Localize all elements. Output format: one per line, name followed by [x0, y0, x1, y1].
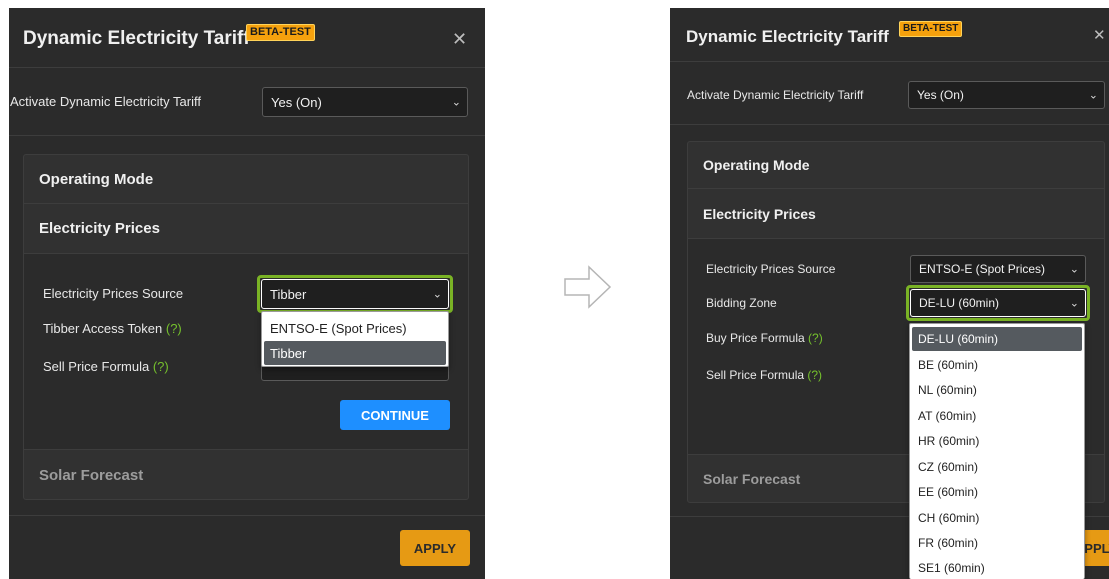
source-label: Electricity Prices Source — [43, 286, 184, 301]
dropdown-option[interactable]: HR (60min) — [912, 429, 1082, 453]
chevron-down-icon: ⌄ — [1069, 297, 1079, 310]
close-icon[interactable]: ✕ — [1093, 28, 1106, 43]
buy-help-link[interactable]: (?) — [808, 331, 823, 345]
token-help-link[interactable]: (?) — [166, 321, 182, 336]
source-dropdown: ENTSO-E (Spot Prices) Tibber — [261, 311, 449, 367]
activate-row: Activate Dynamic Electricity Tariff Yes … — [9, 68, 485, 136]
right-arrow-icon — [564, 265, 612, 309]
electricity-prices-header[interactable]: Electricity Prices — [688, 189, 1104, 239]
zone-select-value: DE-LU (60min) — [919, 296, 1000, 310]
continue-button[interactable]: CONTINUE — [340, 400, 450, 430]
source-select[interactable]: ENTSO-E (Spot Prices) ⌄ — [910, 255, 1086, 283]
activate-label: Activate Dynamic Electricity Tariff — [687, 88, 864, 102]
source-select[interactable]: Tibber ⌄ — [261, 279, 449, 309]
operating-mode-header[interactable]: Operating Mode — [688, 142, 1104, 189]
token-label-text: Tibber Access Token — [43, 321, 163, 336]
chevron-down-icon: ⌄ — [451, 96, 461, 109]
beta-badge: BETA-TEST — [899, 21, 963, 37]
activate-label: Activate Dynamic Electricity Tariff — [10, 94, 201, 109]
chevron-down-icon: ⌄ — [1088, 89, 1098, 102]
dropdown-option[interactable]: NL (60min) — [912, 378, 1082, 402]
dropdown-option[interactable]: CZ (60min) — [912, 455, 1082, 479]
operating-mode-header[interactable]: Operating Mode — [24, 155, 468, 204]
dialog-after: Dynamic Electricity Tariff BETA-TEST ✕ A… — [670, 8, 1109, 579]
sell-label-text: Sell Price Formula — [43, 359, 150, 374]
sell-label: Sell Price Formula (?) — [43, 359, 169, 374]
activate-select[interactable]: Yes (On) ⌄ — [908, 81, 1105, 109]
dialog-before: Dynamic Electricity Tariff BETA-TEST ✕ A… — [9, 8, 485, 579]
footer-divider — [9, 515, 485, 516]
dialog-header: Dynamic Electricity Tariff BETA-TEST ✕ — [9, 8, 485, 68]
beta-badge: BETA-TEST — [246, 24, 315, 41]
buy-label-text: Buy Price Formula — [706, 331, 805, 345]
chevron-down-icon: ⌄ — [1069, 263, 1079, 276]
dropdown-option[interactable]: BE (60min) — [912, 353, 1082, 377]
zone-dropdown: DE-LU (60min) BE (60min) NL (60min) AT (… — [909, 323, 1085, 579]
activate-select-value: Yes (On) — [271, 94, 322, 110]
electricity-prices-label: Electricity Prices — [39, 220, 160, 237]
dialog-title: Dynamic Electricity Tariff — [23, 28, 250, 49]
apply-button[interactable]: APPLY — [400, 530, 470, 566]
solar-forecast-label: Solar Forecast — [703, 471, 801, 487]
dropdown-option[interactable]: AT (60min) — [912, 404, 1082, 428]
dropdown-option-selected[interactable]: DE-LU (60min) — [912, 327, 1082, 351]
dialog-header: Dynamic Electricity Tariff BETA-TEST ✕ — [670, 8, 1109, 62]
solar-forecast-header[interactable]: Solar Forecast — [24, 450, 468, 500]
sell-help-link[interactable]: (?) — [153, 359, 169, 374]
chevron-down-icon: ⌄ — [432, 288, 442, 301]
dialog-title: Dynamic Electricity Tariff — [686, 27, 889, 46]
dropdown-option[interactable]: EE (60min) — [912, 480, 1082, 504]
source-select-value: ENTSO-E (Spot Prices) — [919, 262, 1046, 276]
settings-accordion: Operating Mode Electricity Prices Electr… — [23, 154, 469, 500]
activate-select[interactable]: Yes (On) ⌄ — [262, 87, 468, 117]
solar-forecast-label: Solar Forecast — [39, 466, 144, 484]
source-label: Electricity Prices Source — [706, 262, 836, 276]
operating-mode-label: Operating Mode — [39, 170, 154, 188]
activate-select-value: Yes (On) — [917, 88, 964, 102]
electricity-prices-body: Electricity Prices Source Tibber Access … — [24, 254, 468, 450]
dropdown-option[interactable]: FR (60min) — [912, 531, 1082, 555]
operating-mode-label: Operating Mode — [703, 157, 810, 173]
buy-label: Buy Price Formula (?) — [706, 331, 823, 345]
electricity-prices-header[interactable]: Electricity Prices — [24, 204, 468, 254]
source-select-value: Tibber — [270, 286, 307, 302]
sell-help-link[interactable]: (?) — [807, 368, 822, 382]
dropdown-option[interactable]: CH (60min) — [912, 506, 1082, 530]
activate-row: Activate Dynamic Electricity Tariff Yes … — [670, 62, 1109, 125]
zone-label: Bidding Zone — [706, 296, 777, 310]
sell-label: Sell Price Formula (?) — [706, 368, 822, 382]
electricity-prices-label: Electricity Prices — [703, 205, 816, 222]
token-label: Tibber Access Token (?) — [43, 321, 182, 336]
zone-select[interactable]: DE-LU (60min) ⌄ — [910, 289, 1086, 317]
dropdown-option[interactable]: SE1 (60min) — [912, 556, 1082, 579]
close-icon[interactable]: ✕ — [452, 30, 467, 48]
dropdown-option[interactable]: ENTSO-E (Spot Prices) — [264, 316, 446, 340]
dropdown-option-selected[interactable]: Tibber — [264, 341, 446, 365]
sell-label-text: Sell Price Formula — [706, 368, 805, 382]
